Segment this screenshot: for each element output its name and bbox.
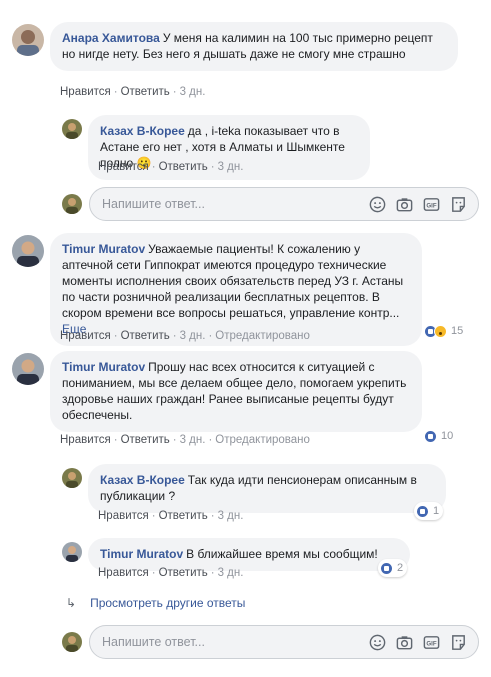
- reaction-summary[interactable]: 1: [414, 502, 444, 520]
- sticker-icon[interactable]: [449, 633, 468, 652]
- avatar-timur[interactable]: [62, 542, 82, 562]
- comment-actions: Нравится · Ответить · 3 дн.: [98, 567, 244, 579]
- like-reaction-icon: [424, 429, 437, 443]
- avatar-timur[interactable]: [12, 235, 44, 267]
- like-link[interactable]: Нравится: [98, 510, 149, 522]
- avatar-kazakh[interactable]: [62, 468, 82, 488]
- comment-actions: Нравится · Ответить · 3 дн. · Отредактировано: [60, 434, 310, 446]
- avatar-anara[interactable]: [12, 24, 44, 56]
- view-more-replies-link[interactable]: ↳ Просмотреть другие ответы: [66, 596, 245, 610]
- comment-author[interactable]: Timur Muratov: [100, 547, 183, 561]
- comment-actions: Нравится · Ответить · 3 дн.: [98, 161, 244, 173]
- current-user-avatar: [62, 194, 82, 214]
- like-link[interactable]: Нравится: [98, 161, 149, 173]
- like-link[interactable]: Нравится: [60, 434, 111, 446]
- current-user-avatar: [62, 632, 82, 652]
- reply-link[interactable]: Ответить: [121, 434, 170, 446]
- reply-placeholder: Напишите ответ...: [102, 197, 205, 211]
- emoji-icon[interactable]: [368, 633, 387, 652]
- gif-icon[interactable]: GIF: [422, 633, 441, 652]
- edited-label[interactable]: Отредактировано: [215, 330, 310, 342]
- like-link[interactable]: Нравится: [98, 567, 149, 579]
- reaction-count: 10: [441, 430, 454, 442]
- comment-author[interactable]: Timur Muratov: [62, 242, 145, 256]
- timestamp[interactable]: 3 дн.: [180, 434, 206, 446]
- like-reaction-icon: [416, 504, 429, 518]
- reaction-count: 15: [451, 325, 464, 337]
- avatar-timur[interactable]: [12, 353, 44, 385]
- reply-input[interactable]: Напишите ответ... GIF: [89, 625, 479, 659]
- reply-link[interactable]: Ответить: [159, 510, 208, 522]
- camera-icon[interactable]: [395, 633, 414, 652]
- emoji-icon[interactable]: [368, 195, 387, 214]
- comment-bubble: Казах В-Корее Так куда идти пенсионерам о…: [88, 464, 446, 513]
- reaction-summary[interactable]: 10: [424, 427, 453, 445]
- reaction-summary[interactable]: 15: [424, 322, 463, 340]
- reply-arrow-icon: ↳: [66, 596, 77, 610]
- comment-author[interactable]: Timur Muratov: [62, 360, 145, 374]
- comment-author[interactable]: Анара Хамитова: [62, 31, 160, 45]
- svg-text:GIF: GIF: [426, 202, 436, 209]
- reaction-count: 1: [433, 505, 440, 517]
- svg-text:GIF: GIF: [426, 640, 436, 647]
- comment-author[interactable]: Казах В-Корее: [100, 473, 185, 487]
- avatar-kazakh[interactable]: [62, 119, 82, 139]
- gif-icon[interactable]: GIF: [422, 195, 441, 214]
- reply-link[interactable]: Ответить: [159, 567, 208, 579]
- comment-actions: Нравится · Ответить · 3 дн.: [98, 510, 244, 522]
- reply-link[interactable]: Ответить: [121, 330, 170, 342]
- timestamp[interactable]: 3 дн.: [180, 330, 206, 342]
- timestamp[interactable]: 3 дн.: [180, 86, 206, 98]
- like-link[interactable]: Нравится: [60, 330, 111, 342]
- reaction-summary[interactable]: 2: [378, 559, 408, 577]
- comment-text: В ближайшее время мы сообщим!: [186, 547, 378, 561]
- comment-author[interactable]: Казах В-Корее: [100, 124, 185, 138]
- camera-icon[interactable]: [395, 195, 414, 214]
- edited-label[interactable]: Отредактировано: [215, 434, 310, 446]
- reply-placeholder: Напишите ответ...: [102, 635, 205, 649]
- reply-input[interactable]: Напишите ответ... GIF: [89, 187, 479, 221]
- reply-link[interactable]: Ответить: [159, 161, 208, 173]
- like-reaction-icon: [380, 561, 393, 575]
- comment-bubble: Timur Muratov Прошу нас всех относится к …: [50, 351, 422, 432]
- comment-actions: Нравится · Ответить · 3 дн.: [60, 86, 206, 98]
- timestamp[interactable]: 3 дн.: [218, 161, 244, 173]
- view-more-label: Просмотреть другие ответы: [90, 596, 246, 610]
- comment-actions: Нравится · Ответить · 3 дн. · Отредактировано: [60, 330, 310, 342]
- timestamp[interactable]: 3 дн.: [218, 510, 244, 522]
- wow-reaction-icon: [434, 324, 447, 338]
- sticker-icon[interactable]: [449, 195, 468, 214]
- comment-bubble: Анара Хамитова У меня на калимин на 100 т…: [50, 22, 458, 71]
- like-link[interactable]: Нравится: [60, 86, 111, 98]
- reaction-count: 2: [397, 562, 404, 574]
- timestamp[interactable]: 3 дн.: [218, 567, 244, 579]
- reply-link[interactable]: Ответить: [121, 86, 170, 98]
